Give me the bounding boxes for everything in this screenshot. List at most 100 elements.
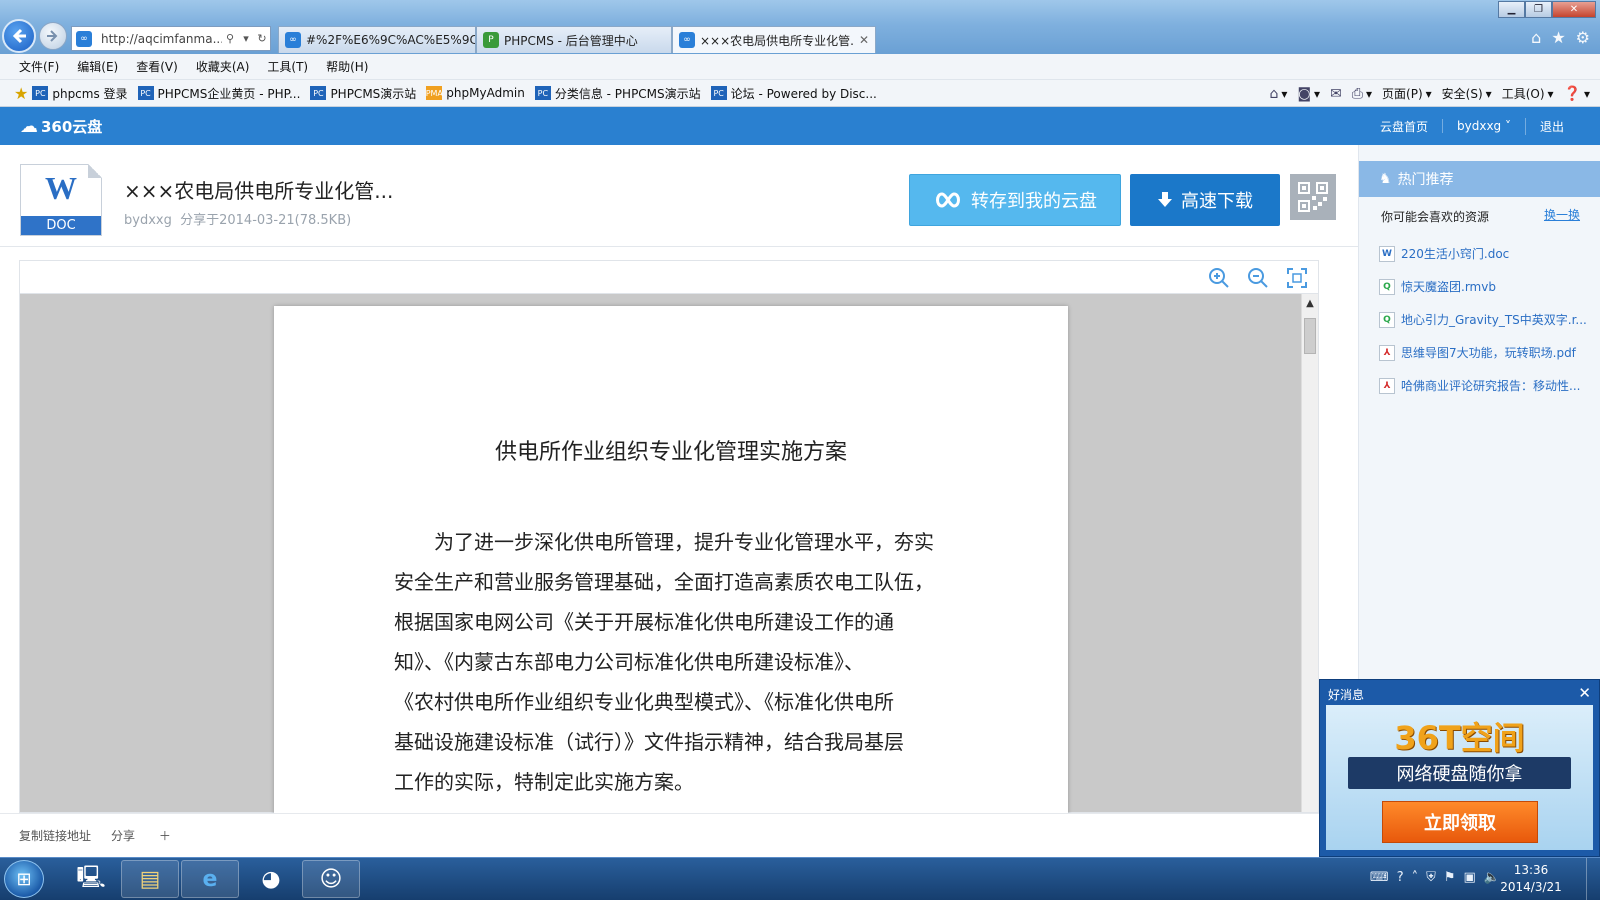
viewer-scrollbar[interactable]: ▲: [1301, 294, 1318, 812]
share-button[interactable]: 分享 ＋: [111, 827, 191, 844]
ad-banner[interactable]: 36T空间 网络硬盘随你拿 立即领取: [1326, 705, 1593, 850]
address-bar[interactable]: ∞ http://aqcimfanma.... ⚲ ▾ ↻: [71, 26, 271, 51]
system-clock[interactable]: 13:36 2014/3/21: [1496, 862, 1566, 896]
fav-item[interactable]: PC 分类信息 - PHPCMS演示站: [534, 85, 701, 102]
menu-tools[interactable]: 工具(T): [267, 58, 308, 75]
zoom-out-button[interactable]: [1247, 267, 1269, 289]
list-item[interactable]: ⅄ 哈佛商业评论研究报告：移动性...: [1379, 369, 1589, 402]
document-body: 为了进一步深化供电所管理，提升专业化管理水平，夯实 安全生产和营业服务管理基础，…: [394, 522, 960, 802]
fast-download-button[interactable]: 高速下载: [1130, 174, 1280, 226]
start-button[interactable]: ⊞: [4, 860, 44, 898]
list-item[interactable]: ⅄ 思维导图7大功能，玩转职场.pdf: [1379, 336, 1589, 369]
home-button[interactable]: ⌂ ▾: [1270, 86, 1288, 102]
360-icon: ∞: [679, 32, 695, 48]
print-button[interactable]: ⎙ ▾: [1352, 86, 1372, 102]
shield-icon[interactable]: ⛨: [1426, 870, 1436, 885]
document-line: 《农村供电所作业组织专业化典型模式》、《标准化供电所: [394, 690, 894, 714]
menu-help[interactable]: 帮助(H): [326, 58, 368, 75]
keyboard-icon[interactable]: ⌨: [1370, 870, 1389, 885]
yunpan-nav: 云盘首页 bydxxg ˅ 退出: [1366, 107, 1578, 145]
menu-file[interactable]: 文件(F): [19, 58, 59, 75]
back-button[interactable]: [2, 19, 36, 53]
network-icon[interactable]: ▣: [1464, 870, 1476, 885]
save-to-cloud-button[interactable]: 转存到我的云盘: [909, 174, 1121, 226]
browser-title-area: ∞ http://aqcimfanma.... ⚲ ▾ ↻ ∞ #%2F%E6%…: [0, 0, 1600, 54]
window-close-button[interactable]: ✕: [1552, 1, 1596, 18]
help-icon[interactable]: ?: [1397, 870, 1404, 885]
minimize-button[interactable]: ▁: [1498, 1, 1525, 18]
may-like-title: 你可能会喜欢的资源: [1381, 210, 1490, 224]
mail-button[interactable]: ✉: [1330, 86, 1342, 102]
tab-2[interactable]: P PHPCMS - 后台管理中心: [476, 26, 672, 53]
item-name: 地心引力_Gravity_TS中英双字.r...: [1401, 313, 1587, 327]
refresh-icon[interactable]: ↻: [254, 32, 270, 45]
fav-item[interactable]: PC PHPCMS演示站: [310, 85, 416, 102]
phpcms-icon: PC: [137, 86, 154, 100]
user-name: bydxxg: [1457, 119, 1502, 133]
document-line: 工作的实际，特制定此实施方案。: [394, 770, 694, 794]
page-menu[interactable]: 页面(P) ▾: [1382, 85, 1432, 102]
plus-icon: ＋: [158, 829, 171, 843]
copy-link-button[interactable]: 复制链接地址: [19, 827, 91, 844]
file-owner[interactable]: bydxxg: [124, 213, 172, 228]
nav-user-menu[interactable]: bydxxg ˅: [1442, 119, 1525, 133]
taskbar-app[interactable]: ◕: [242, 860, 300, 898]
home-icon[interactable]: ⌂: [1531, 28, 1541, 47]
nav-logout-link[interactable]: 退出: [1524, 117, 1578, 135]
list-item[interactable]: W 220生活小窍门.doc: [1379, 237, 1589, 270]
menu-view[interactable]: 查看(V): [136, 58, 178, 75]
tab-3-active[interactable]: ∞ ×××农电局供电所专业化管... ✕: [672, 26, 876, 53]
chevron-down-icon: ˅: [1504, 119, 1511, 133]
help-button[interactable]: ❓ ▾: [1564, 86, 1590, 102]
taskbar-app[interactable]: 🖳: [62, 860, 120, 898]
claim-now-button[interactable]: 立即领取: [1382, 801, 1538, 843]
nav-home-link[interactable]: 云盘首页: [1366, 118, 1442, 135]
file-meta: bydxxg 分享于2014-03-21(78.5KB): [124, 209, 351, 228]
taskbar-app[interactable]: ▤: [121, 860, 179, 898]
fav-item[interactable]: PC 论坛 - Powered by Disc...: [710, 85, 877, 102]
menu-favorites[interactable]: 收藏夹(A): [196, 58, 250, 75]
fav-item[interactable]: PMA phpMyAdmin: [426, 86, 525, 100]
list-item[interactable]: Q 惊天魔盗团.rmvb: [1379, 270, 1589, 303]
menu-edit[interactable]: 编辑(E): [77, 58, 118, 75]
tools-menu[interactable]: 工具(O) ▾: [1502, 85, 1554, 102]
video-file-icon: Q: [1379, 278, 1395, 295]
show-desktop-button[interactable]: [1586, 858, 1600, 900]
fav-label: phpMyAdmin: [446, 86, 525, 100]
ad-header: 好消息: [1328, 688, 1365, 702]
forward-button[interactable]: [39, 22, 67, 50]
chevron-down-icon[interactable]: ▾: [238, 32, 254, 45]
fav-item[interactable]: PC PHPCMS企业黄页 - PHP...: [137, 85, 300, 102]
scrollbar-thumb[interactable]: [1304, 318, 1316, 354]
hot-recommend-header: ♞ 热门推荐: [1359, 161, 1600, 197]
doc-badge: DOC: [21, 216, 101, 235]
gear-icon[interactable]: ⚙: [1576, 28, 1590, 47]
flag-icon[interactable]: ⚑: [1444, 870, 1456, 885]
taskbar-app[interactable]: ☺: [302, 860, 360, 898]
list-item[interactable]: Q 地心引力_Gravity_TS中英双字.r...: [1379, 303, 1589, 336]
phpcms-icon: PC: [534, 86, 551, 100]
safety-menu[interactable]: 安全(S) ▾: [1442, 85, 1492, 102]
ad-headline: 36T空间: [1394, 719, 1525, 757]
refresh-link[interactable]: 换一换: [1544, 206, 1580, 223]
tab-label: #%2F%E6%9C%AC%E5%9C...: [306, 33, 476, 47]
fullscreen-button[interactable]: [1286, 267, 1308, 289]
taskbar-app-ie[interactable]: e: [181, 860, 239, 898]
close-icon[interactable]: ✕: [859, 33, 869, 47]
command-bar: ⌂ ▾ ◙ ▾ ✉ ⎙ ▾ 页面(P) ▾ 安全(S) ▾ 工具(O) ▾ ❓ ▾: [1270, 80, 1590, 107]
favorites-star-icon[interactable]: ★: [1551, 28, 1565, 47]
phpcms-icon: P: [483, 32, 499, 48]
tab-1[interactable]: ∞ #%2F%E6%9C%AC%E5%9C...: [278, 26, 476, 53]
favorites-star-icon[interactable]: ★: [14, 84, 28, 103]
chevron-up-icon[interactable]: ˄: [1412, 870, 1419, 885]
search-icon[interactable]: ⚲: [222, 32, 238, 45]
close-icon[interactable]: ✕: [1578, 684, 1591, 702]
qr-code-button[interactable]: [1290, 174, 1336, 220]
zoom-in-icon: [1209, 268, 1229, 288]
yunpan-logo[interactable]: ☁ 360云盘: [20, 116, 102, 137]
restore-button[interactable]: ❐: [1525, 1, 1552, 18]
fav-item[interactable]: PC phpcms 登录: [32, 85, 128, 102]
scroll-up-arrow-icon[interactable]: ▲: [1302, 298, 1318, 309]
zoom-in-button[interactable]: [1208, 267, 1230, 289]
feeds-button[interactable]: ◙ ▾: [1297, 86, 1320, 102]
